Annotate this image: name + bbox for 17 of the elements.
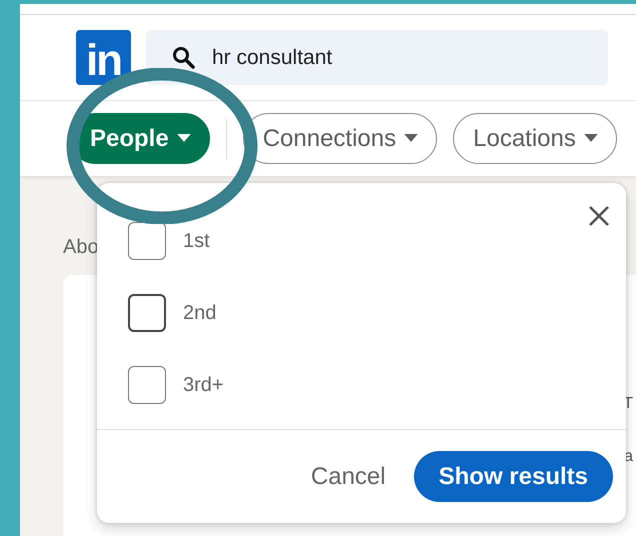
option-label: 2nd bbox=[183, 302, 216, 324]
cancel-button[interactable]: Cancel bbox=[310, 458, 386, 494]
logo[interactable]: in bbox=[76, 30, 131, 85]
caret-icon bbox=[404, 134, 418, 143]
caret-icon bbox=[176, 134, 191, 143]
checkbox[interactable] bbox=[128, 366, 166, 404]
option-label: 1st bbox=[183, 230, 210, 252]
option-label: 3rd+ bbox=[183, 374, 224, 396]
show-results-button[interactable]: Show results bbox=[414, 451, 613, 502]
checkbox[interactable] bbox=[128, 294, 166, 332]
checkbox[interactable] bbox=[128, 222, 166, 260]
filter-pill[interactable]: Connections bbox=[242, 113, 438, 164]
section-heading: Abo bbox=[63, 236, 99, 259]
filter-pill[interactable]: Locations bbox=[453, 113, 617, 164]
caret-icon bbox=[584, 134, 598, 143]
search-field[interactable]: hr consultant bbox=[146, 30, 608, 85]
search-icon bbox=[172, 46, 196, 70]
